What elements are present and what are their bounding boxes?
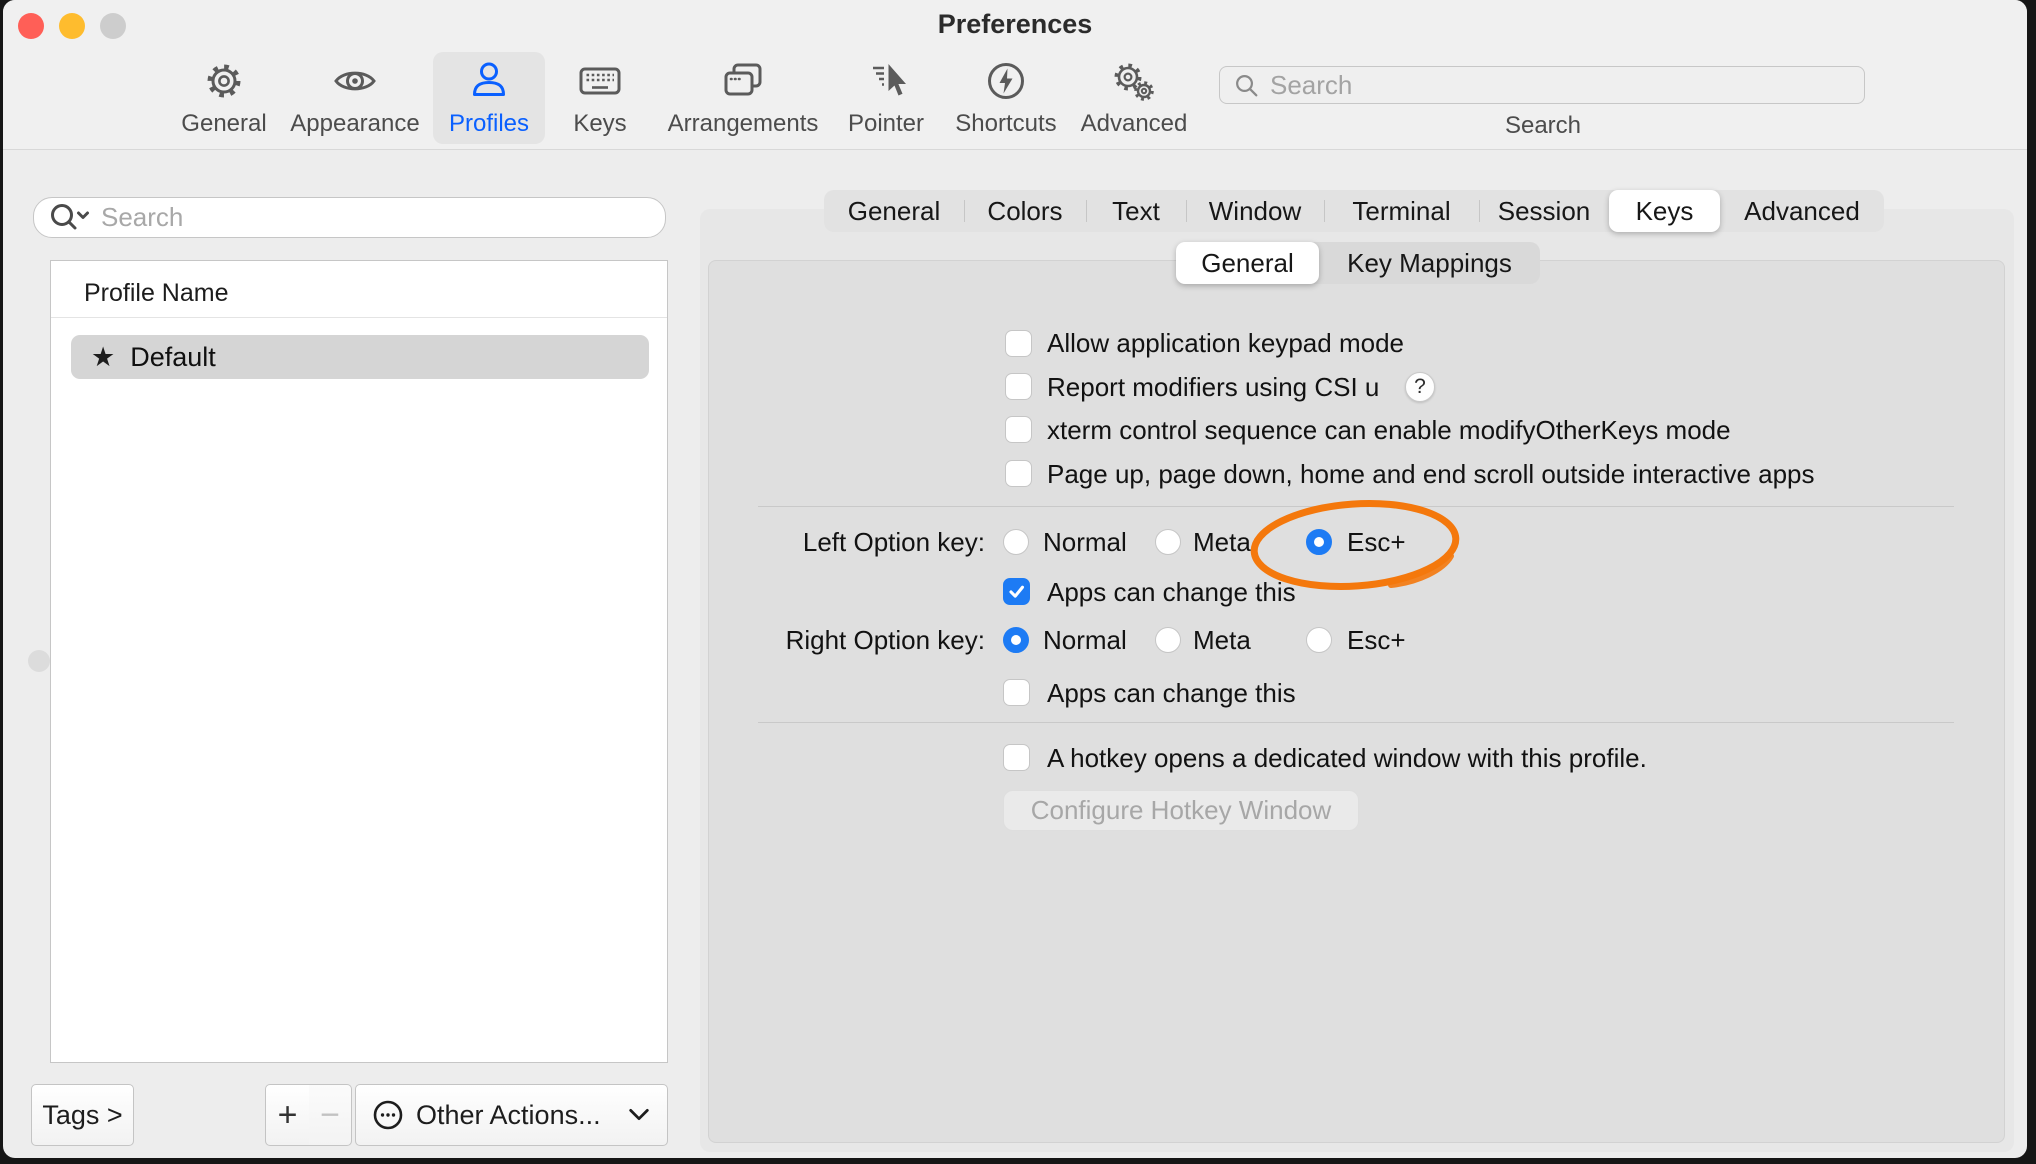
toolbar-label: Advanced bbox=[1081, 110, 1188, 138]
toolbar-search-input[interactable] bbox=[1270, 70, 1852, 101]
toolbar-item-pointer[interactable]: Pointer bbox=[831, 52, 941, 138]
profile-search-field[interactable] bbox=[33, 197, 666, 238]
toolbar-label: Profiles bbox=[449, 110, 529, 138]
list-header-divider bbox=[51, 317, 667, 318]
help-button[interactable]: ? bbox=[1405, 372, 1435, 402]
toolbar-label: Keys bbox=[573, 110, 626, 138]
gears-icon bbox=[1111, 52, 1157, 104]
checkbox-label: Apps can change this bbox=[1047, 677, 1296, 709]
toolbar-label: Shortcuts bbox=[955, 110, 1056, 138]
toolbar-search-field[interactable] bbox=[1219, 66, 1865, 104]
toolbar-label: Pointer bbox=[848, 110, 924, 138]
window-title: Preferences bbox=[3, 9, 2027, 40]
checkbox-label: Report modifiers using CSI u bbox=[1047, 371, 1379, 403]
checkbox-label: Allow application keypad mode bbox=[1047, 327, 1404, 359]
tags-button[interactable]: Tags > bbox=[31, 1084, 134, 1146]
radio-label: Meta bbox=[1193, 526, 1251, 558]
titlebar-toolbar: Preferences General Appearance bbox=[3, 0, 2027, 150]
left-option-key-label: Left Option key: bbox=[708, 526, 985, 558]
profile-name: Default bbox=[130, 342, 216, 373]
checkbox-left-apps-can-change[interactable] bbox=[1003, 578, 1030, 605]
radio-label: Esc+ bbox=[1347, 624, 1406, 656]
keys-subtab-bar: General Key Mappings bbox=[1176, 242, 1540, 284]
tab-text[interactable]: Text bbox=[1086, 190, 1186, 232]
cursor-icon bbox=[863, 52, 909, 104]
profile-tab-bar: General Colors Text Window Terminal Sess… bbox=[824, 190, 1884, 232]
toolbar-item-appearance[interactable]: Appearance bbox=[283, 52, 427, 138]
toolbar-label: Arrangements bbox=[668, 110, 819, 138]
toolbar-item-profiles[interactable]: Profiles bbox=[433, 52, 545, 144]
toolbar-item-shortcuts[interactable]: Shortcuts bbox=[946, 52, 1066, 138]
person-icon bbox=[466, 52, 512, 104]
radio-label: Normal bbox=[1043, 624, 1127, 656]
checkbox-keypad-mode[interactable] bbox=[1005, 330, 1032, 357]
toolbar-label: General bbox=[181, 110, 266, 138]
remove-profile-button: − bbox=[309, 1084, 352, 1146]
radio-right-meta[interactable] bbox=[1155, 627, 1181, 653]
subtab-general[interactable]: General bbox=[1176, 242, 1319, 284]
configure-hotkey-window-button: Configure Hotkey Window bbox=[1003, 790, 1359, 831]
ellipsis-circle-icon bbox=[372, 1099, 404, 1131]
checkbox-modify-other-keys[interactable] bbox=[1005, 416, 1032, 443]
tab-colors[interactable]: Colors bbox=[964, 190, 1086, 232]
star-icon: ★ bbox=[91, 344, 115, 371]
check-icon bbox=[1005, 580, 1028, 603]
profile-list: Profile Name ★ Default bbox=[50, 260, 668, 1063]
checkbox-label: A hotkey opens a dedicated window with t… bbox=[1047, 742, 1647, 774]
radio-left-esc[interactable] bbox=[1306, 529, 1332, 555]
subtab-key-mappings[interactable]: Key Mappings bbox=[1319, 242, 1540, 284]
gear-icon bbox=[201, 52, 247, 104]
add-profile-button[interactable]: + bbox=[265, 1084, 310, 1146]
radio-left-normal[interactable] bbox=[1003, 529, 1029, 555]
preferences-window: Preferences General Appearance bbox=[3, 0, 2027, 1158]
checkbox-right-apps-can-change[interactable] bbox=[1003, 679, 1030, 706]
radio-left-meta[interactable] bbox=[1155, 529, 1181, 555]
profile-search-input[interactable] bbox=[101, 202, 652, 233]
profile-row-default[interactable]: ★ Default bbox=[71, 335, 649, 379]
bolt-icon bbox=[983, 52, 1029, 104]
toolbar-item-advanced[interactable]: Advanced bbox=[1074, 52, 1194, 138]
toolbar-item-arrangements[interactable]: Arrangements bbox=[655, 52, 831, 138]
checkbox-hotkey-window[interactable] bbox=[1003, 744, 1030, 771]
toolbar-item-general[interactable]: General bbox=[164, 52, 284, 138]
radio-right-esc[interactable] bbox=[1306, 627, 1332, 653]
right-option-key-label: Right Option key: bbox=[708, 624, 985, 656]
search-menu-icon bbox=[47, 200, 93, 236]
tab-window[interactable]: Window bbox=[1186, 190, 1324, 232]
toolbar-label: Appearance bbox=[290, 110, 419, 138]
chevron-down-icon bbox=[627, 1106, 651, 1124]
toolbar-item-keys[interactable]: Keys bbox=[555, 52, 645, 138]
checkbox-page-scroll[interactable] bbox=[1005, 460, 1032, 487]
radio-right-normal[interactable] bbox=[1003, 627, 1029, 653]
keyboard-icon bbox=[577, 52, 623, 104]
checkbox-label: xterm control sequence can enable modify… bbox=[1047, 414, 1731, 446]
checkbox-label: Page up, page down, home and end scroll … bbox=[1047, 458, 1815, 490]
other-actions-label: Other Actions... bbox=[416, 1100, 615, 1131]
section-divider bbox=[758, 722, 1954, 723]
tab-advanced[interactable]: Advanced bbox=[1720, 190, 1884, 232]
windows-icon bbox=[720, 52, 766, 104]
checkbox-label: Apps can change this bbox=[1047, 576, 1296, 608]
tab-keys[interactable]: Keys bbox=[1609, 190, 1720, 232]
radio-label: Esc+ bbox=[1347, 526, 1406, 558]
checkbox-csi-u[interactable] bbox=[1005, 373, 1032, 400]
search-icon bbox=[1232, 71, 1260, 99]
tab-general[interactable]: General bbox=[824, 190, 964, 232]
section-divider bbox=[758, 506, 1954, 507]
splitter-handle[interactable] bbox=[28, 650, 50, 672]
profile-list-column-header: Profile Name bbox=[84, 279, 229, 308]
toolbar-search-caption: Search bbox=[1443, 112, 1643, 140]
eye-icon bbox=[332, 52, 378, 104]
radio-label: Normal bbox=[1043, 526, 1127, 558]
other-actions-dropdown[interactable]: Other Actions... bbox=[355, 1084, 668, 1146]
tab-session[interactable]: Session bbox=[1479, 190, 1609, 232]
tab-terminal[interactable]: Terminal bbox=[1324, 190, 1479, 232]
radio-label: Meta bbox=[1193, 624, 1251, 656]
